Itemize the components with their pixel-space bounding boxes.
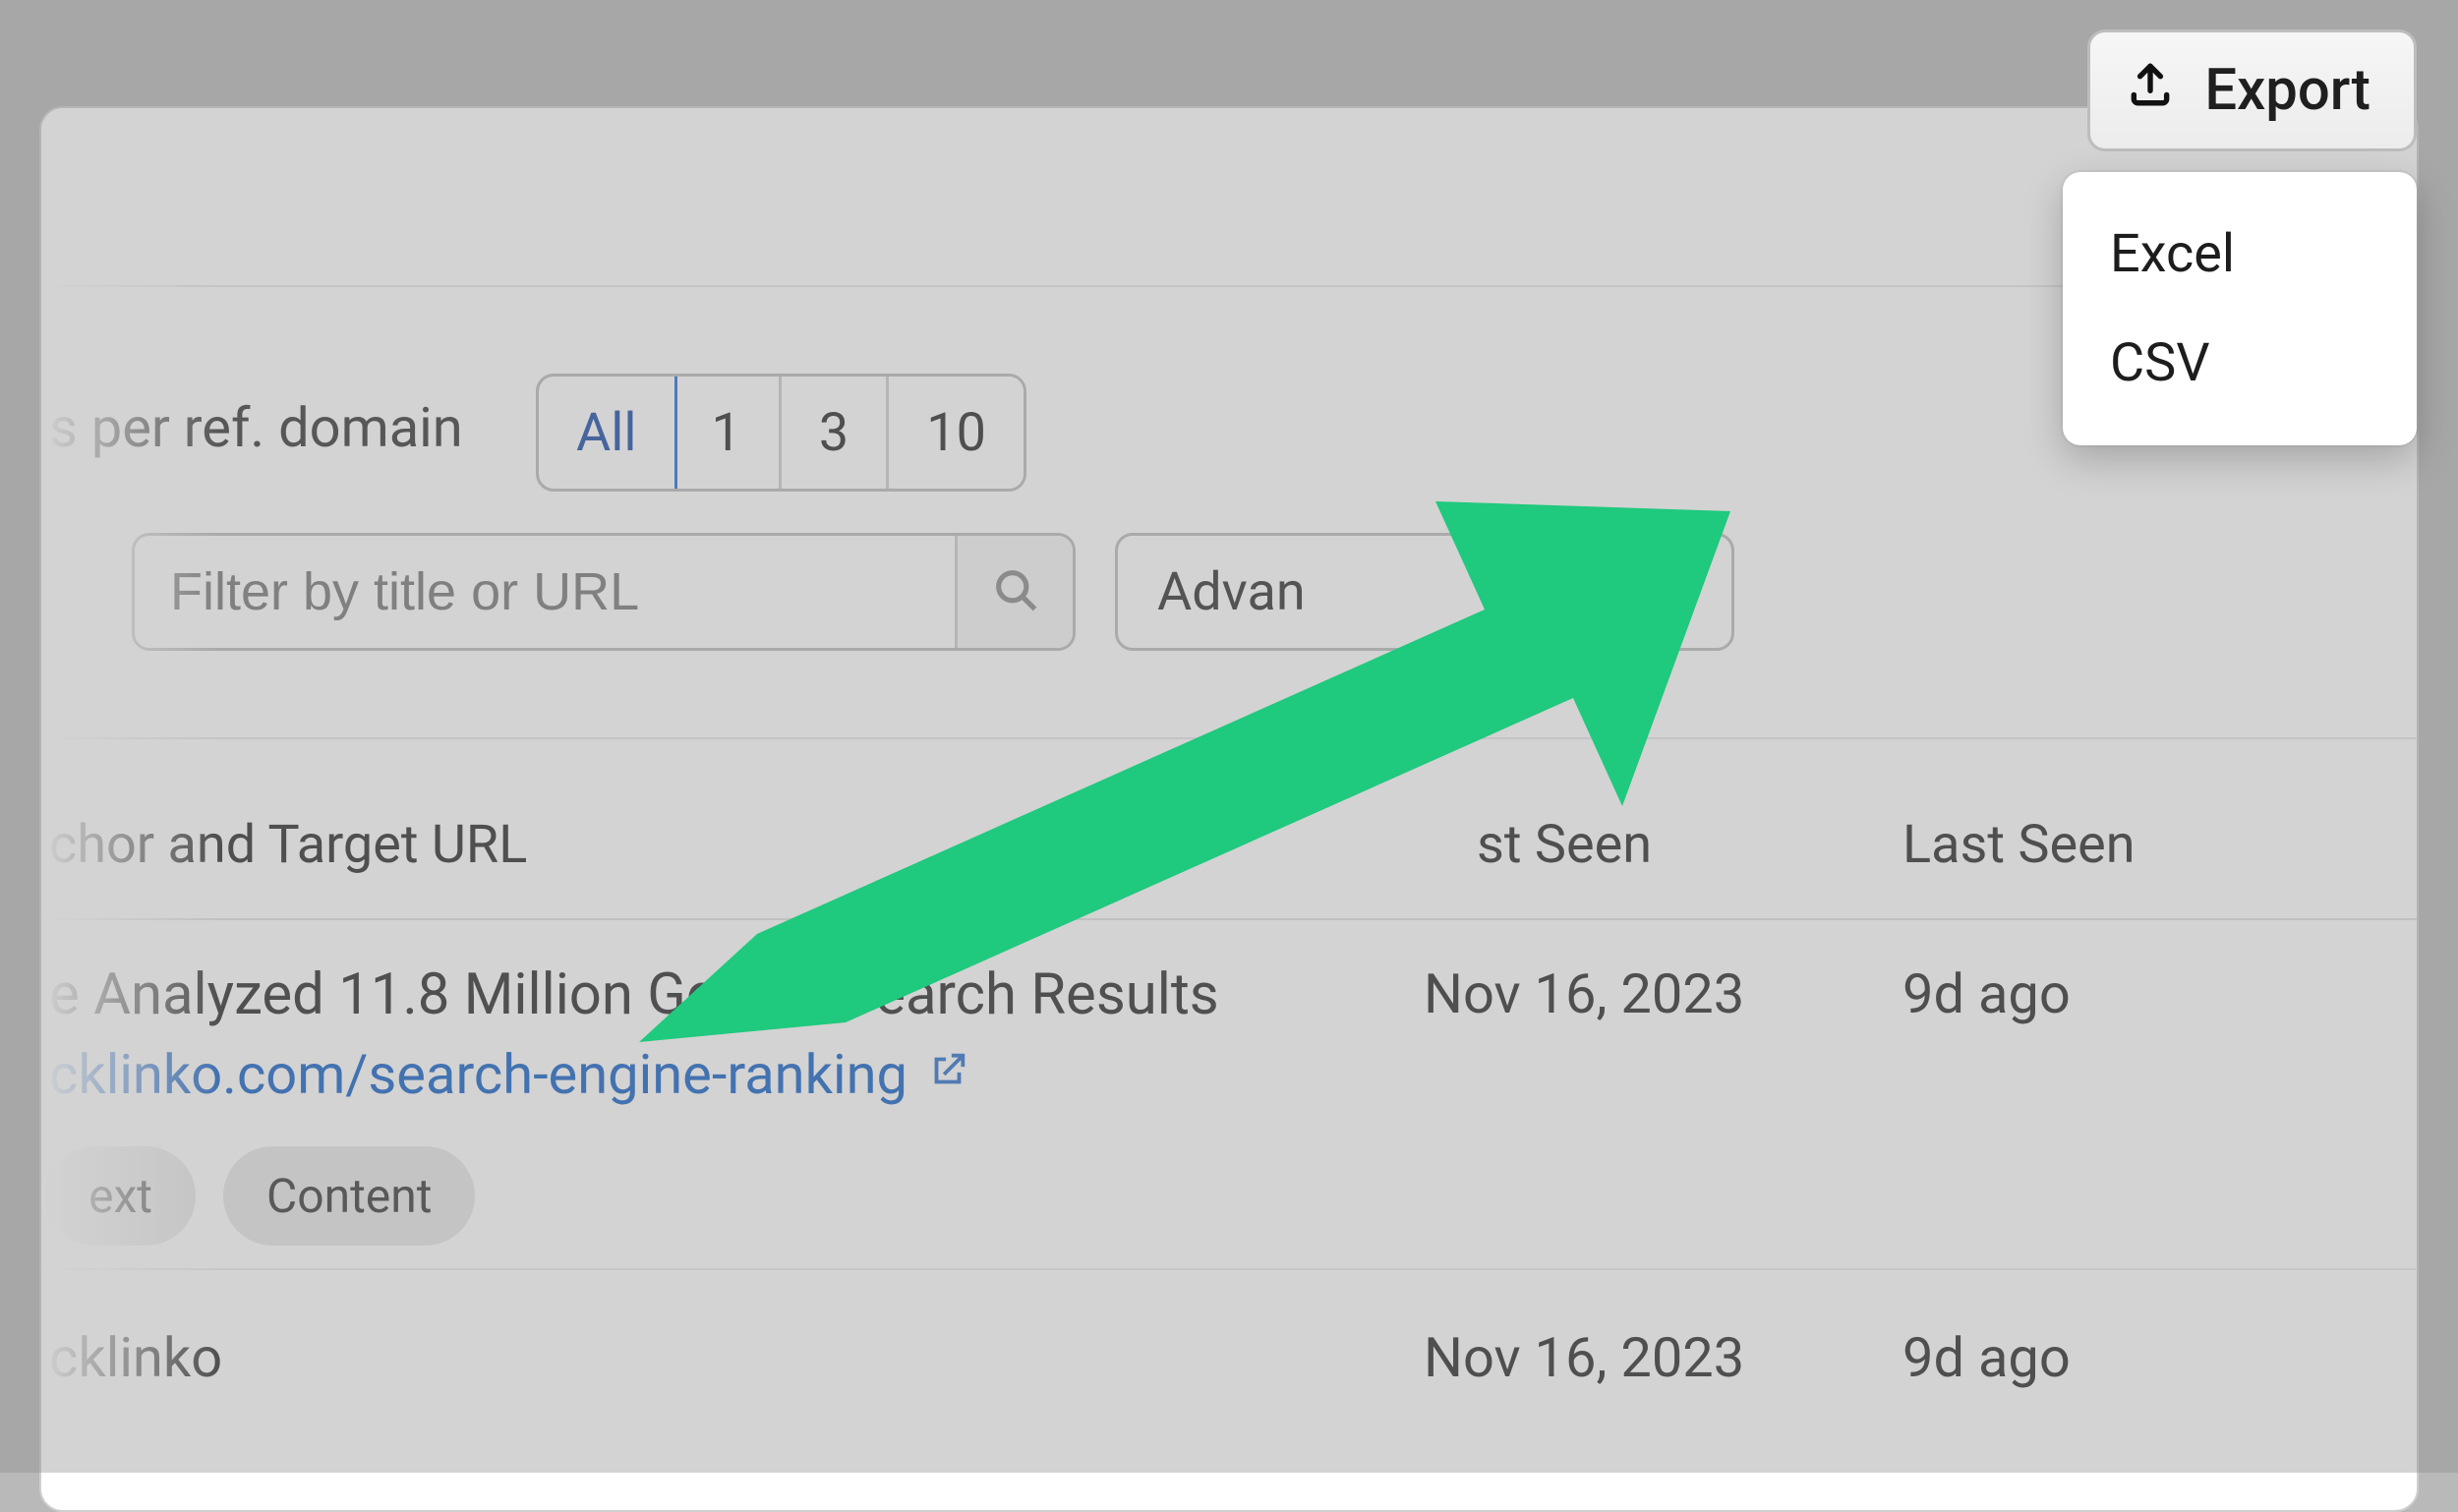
column-header-anchor-target: chor and Target URL bbox=[49, 814, 527, 876]
export-button[interactable]: Export bbox=[2087, 29, 2417, 151]
export-button-label: Export bbox=[2204, 57, 2370, 124]
segment-3[interactable]: 3 bbox=[782, 377, 889, 489]
export-excel[interactable]: Excel bbox=[2063, 200, 2417, 309]
result-badges: ext Content bbox=[45, 1146, 475, 1246]
left-fade-vignette bbox=[41, 108, 218, 1510]
first-seen-value: Nov 16, 2023 bbox=[1424, 961, 1744, 1026]
last-seen-value: 9d ago bbox=[1902, 961, 2071, 1026]
filter-input[interactable] bbox=[135, 536, 955, 648]
result-title: e Analyzed 11.8 Million Google Search Re… bbox=[49, 961, 1219, 1028]
advanced-filters-button[interactable]: Advan bbox=[1115, 533, 1734, 651]
filter-input-group bbox=[132, 533, 1076, 651]
per-ref-domain-label: s per ref. domain bbox=[41, 395, 463, 460]
first-seen-value: Nov 16, 2023 bbox=[1424, 1325, 1744, 1390]
badge-text: ext bbox=[45, 1146, 196, 1246]
last-seen-value: 9d ago bbox=[1902, 1325, 2071, 1390]
search-icon bbox=[990, 564, 1041, 619]
external-link-icon bbox=[925, 1042, 970, 1107]
export-menu: Excel CSV bbox=[2063, 172, 2417, 445]
result-title: cklinko bbox=[49, 1325, 222, 1390]
result-target-url-text: cklinko.com/search-engine-ranking bbox=[49, 1042, 907, 1107]
badge-content: Content bbox=[223, 1146, 476, 1246]
segment-1[interactable]: 1 bbox=[674, 377, 782, 489]
export-csv[interactable]: CSV bbox=[2063, 309, 2417, 418]
advanced-filters-label: Advan bbox=[1157, 561, 1306, 623]
column-header-first-seen: st Seen bbox=[1477, 814, 1652, 876]
search-button[interactable] bbox=[955, 536, 1073, 648]
export-icon bbox=[2126, 57, 2175, 124]
per-ref-domain-segments: All 1 3 10 bbox=[536, 374, 1026, 492]
segment-all[interactable]: All bbox=[536, 374, 677, 492]
column-header-last-seen: Last Seen bbox=[1902, 814, 2136, 876]
segment-10[interactable]: 10 bbox=[889, 377, 1024, 489]
result-target-url[interactable]: cklinko.com/search-engine-ranking bbox=[49, 1042, 970, 1107]
results-panel: s per ref. domain All 1 3 10 Advan bbox=[39, 106, 2419, 1512]
